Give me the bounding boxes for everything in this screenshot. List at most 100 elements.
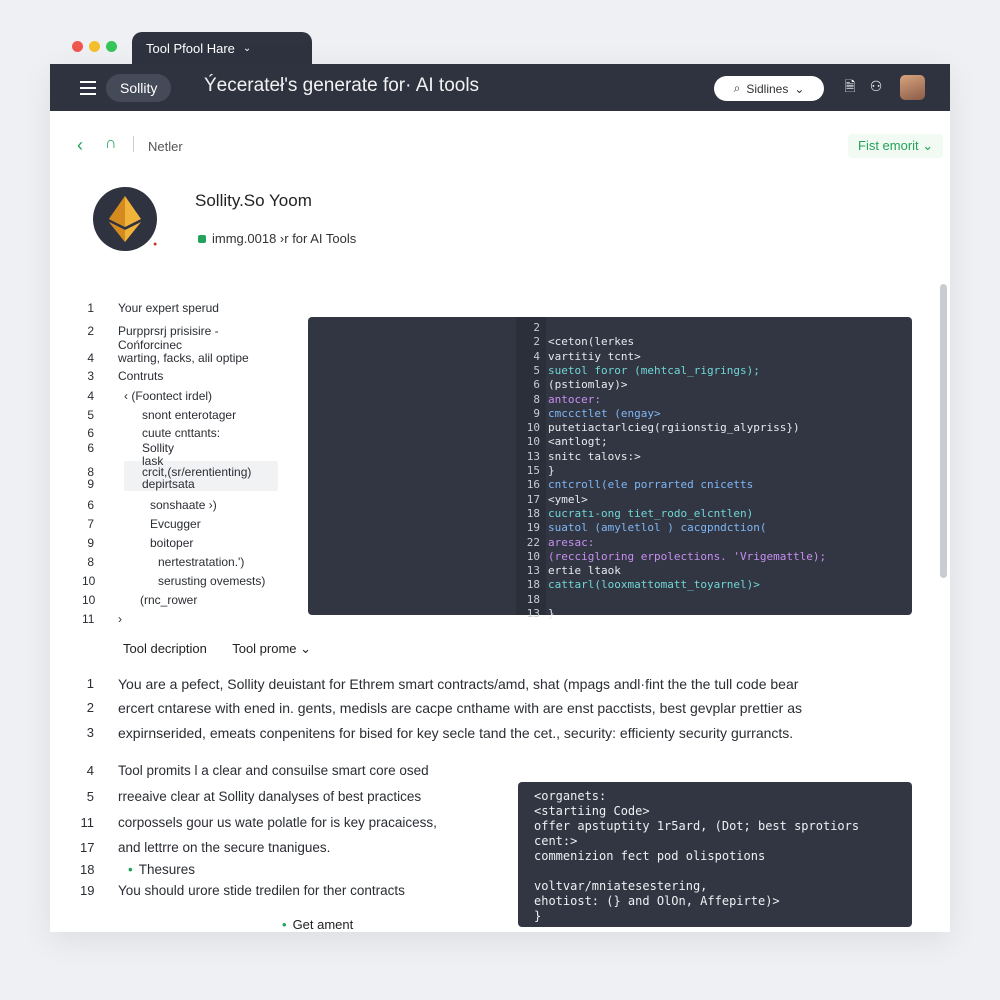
snippet-line: } <box>534 909 542 923</box>
outline-line-number: 4 <box>87 351 94 365</box>
share-icon[interactable]: ⚇ <box>868 78 884 94</box>
browser-tabstrip: Tool Pfool Hare ⌄ <box>50 32 950 64</box>
code-line-text: } <box>548 607 555 620</box>
code-line-text: cucratı-ong tiet_rodo_elcntlen) <box>548 506 754 520</box>
code-line-text: } <box>548 464 555 477</box>
code-line-text: antocer: <box>548 392 601 406</box>
code-line-number: 13 <box>526 564 540 578</box>
scrollbar[interactable] <box>940 284 947 578</box>
menu-icon[interactable] <box>80 81 96 99</box>
code-line-number: 18 <box>526 592 540 606</box>
outline-item-label: › <box>118 612 122 626</box>
sidelines-dropdown[interactable]: ⌕ Sidlines ⌄ <box>714 76 824 101</box>
maximize-light-icon[interactable] <box>106 41 117 52</box>
snippet-line: <startiing Code> <box>534 804 650 818</box>
code-line-number: 4 <box>533 349 540 363</box>
avatar[interactable] <box>900 75 925 100</box>
paragraph-text: and lettrre on the secure tnanigues. <box>118 840 331 855</box>
outline-item-label: serusting ovemests) <box>158 574 266 588</box>
code-line-number: 8 <box>533 392 540 406</box>
paragraph-line-number: 5 <box>86 789 94 804</box>
code-line-number: 9 <box>533 406 540 420</box>
outline-line-number: 10 <box>82 574 96 588</box>
paragraph-line-number: 18 <box>80 862 95 877</box>
outline-item-label: ‹ (Foontect irdel) <box>124 389 213 403</box>
snippet-line: voltvar/mniatesestering, <box>534 879 708 893</box>
outline-line-number: 4 <box>87 389 94 403</box>
tool-tabs: Tool decription Tool prome ⌄ <box>123 641 333 657</box>
nav-divider <box>133 136 134 152</box>
close-light-icon[interactable] <box>72 41 83 52</box>
minimize-light-icon[interactable] <box>89 41 100 52</box>
code-line-number: 13 <box>526 449 540 463</box>
snippet-line: ehotiost: (} and OlOn, Affepirte)> <box>534 894 780 908</box>
code-line-number: 16 <box>526 478 540 492</box>
code-line-text: <ceton(lerkes <box>548 335 635 349</box>
search-icon: ⌕ <box>733 81 741 95</box>
app-subtitle: immg.0018 ›r for AI Tools <box>198 231 356 246</box>
code-line-number: 2 <box>533 321 540 334</box>
paragraph-text: Thesures <box>128 862 195 877</box>
window-controls <box>72 41 117 52</box>
code-line-text: (pstiomlay)> <box>548 378 628 392</box>
paragraph-line-number: 3 <box>86 725 94 740</box>
code-line-text: cattarl(looxmattomatt_toyarnel)> <box>548 578 760 592</box>
document-icon[interactable]: 🗎 <box>842 78 858 94</box>
outline-line-number: 6 <box>87 441 94 455</box>
outline-item-label: cuute cnttants: <box>142 426 221 440</box>
code-line-number: 10 <box>526 435 540 449</box>
paragraph-text: You should urore stide tredilen for ther… <box>118 883 405 898</box>
code-line-number: 5 <box>533 363 540 377</box>
outline-line-number: 5 <box>87 408 94 422</box>
app-pill-button[interactable]: Sollity <box>106 74 172 102</box>
code-line-number: 13 <box>526 607 540 620</box>
outline-line-number: 9 <box>87 477 94 491</box>
page-title: Ýecerateł's generate for· AI tools <box>204 75 480 96</box>
paragraph-text: rreeaive clear at Sollity danalyses of b… <box>118 789 422 804</box>
chevron-down-icon[interactable]: ⌄ <box>243 43 251 54</box>
outline-line-number: 6 <box>87 498 94 512</box>
status-dot-icon: ● <box>153 241 158 248</box>
snippet-line: commenizion fect pod olispotions <box>534 849 766 863</box>
code-line-number: 18 <box>526 506 540 520</box>
snippet-line: cent:> <box>534 834 578 848</box>
paragraph-line-number: 4 <box>86 763 94 778</box>
code-line-text: suetol foror (mehtcal_rigrings); <box>548 363 760 377</box>
snippet-line: <organets: <box>534 789 607 803</box>
code-line-text: vartitiy tcnt> <box>548 349 641 363</box>
outline-item-label: Cońforcinec <box>118 338 183 352</box>
tab-tool-description[interactable]: Tool decription <box>123 641 207 656</box>
code-line-text: putetiactarlcieg(rgiionstig_alypriss}) <box>548 421 800 435</box>
code-line-text: aresac: <box>548 535 595 549</box>
code-line-text: <ymel> <box>548 492 588 506</box>
outline-item-label: Purpprsrj prisisire - <box>118 324 219 338</box>
get-ament-link[interactable]: Get ament <box>282 917 354 932</box>
breadcrumb[interactable]: Netler <box>148 139 183 154</box>
tab-tool-prompt[interactable]: Tool prome ⌄ <box>232 641 311 656</box>
code-snippet: <organets: <startiing Code> offer apstup… <box>518 782 912 927</box>
outline-line-number: 3 <box>87 369 94 383</box>
code-line-number: 15 <box>526 464 540 477</box>
outline-line-number: 2 <box>87 324 94 338</box>
paragraph-line-number: 1 <box>86 676 94 691</box>
home-icon[interactable]: ∩ <box>105 135 117 153</box>
code-line-text: (reccigloring erpolections. 'Vrigemattle… <box>548 549 827 563</box>
browser-tab-label: Tool Pfool Hare <box>146 40 235 56</box>
chevron-down-icon: ⌄ <box>794 81 805 96</box>
browser-tab[interactable]: Tool Pfool Hare ⌄ <box>132 32 312 64</box>
outline-line-number: 7 <box>87 517 94 531</box>
code-line-number: 10 <box>526 421 540 435</box>
top-bar: Sollity Ýecerateł's generate for· AI too… <box>50 64 950 111</box>
outline-item-label: Evcugger <box>150 517 201 531</box>
paragraph-text: You are a pefect, Sollity deuistant for … <box>118 676 799 692</box>
first-emorit-button[interactable]: Fist emorit ⌄ <box>848 134 944 158</box>
code-line-number: 22 <box>526 535 540 549</box>
outline-item-label: (rnc_rower <box>140 593 198 607</box>
code-line-number: 17 <box>526 492 540 506</box>
back-arrow-icon[interactable]: ‹ <box>77 135 83 156</box>
snippet-line: offer apstuptity 1r5ard, (Dot; best spro… <box>534 819 860 833</box>
code-line-number: 18 <box>526 578 540 592</box>
code-editor[interactable]: 2 2 <ceton(lerkes 4 vartitiy tcnt> 5 suetol … <box>308 317 912 620</box>
paragraph-text: Tool promits l a clear and consuilse sma… <box>118 763 429 778</box>
outline-item-label: boitoper <box>150 536 194 550</box>
